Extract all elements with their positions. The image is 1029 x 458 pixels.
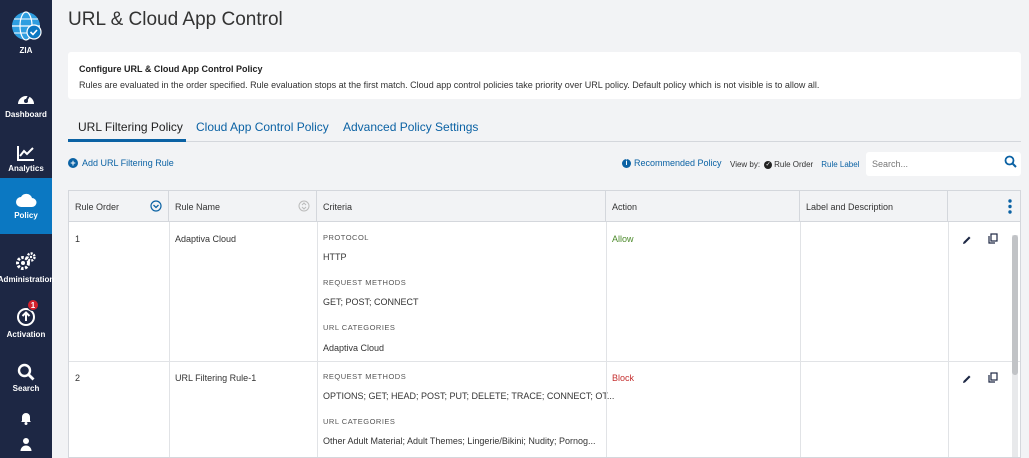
tab-advanced-policy-settings[interactable]: Advanced Policy Settings — [343, 120, 478, 134]
column-header-label: Rule Order — [75, 201, 120, 212]
column-header-label: Rule Name — [175, 201, 221, 212]
rule-name-cell: URL Filtering Rule-1 — [175, 373, 257, 383]
info-heading: Configure URL & Cloud App Control Policy — [79, 64, 263, 74]
nav-activation[interactable]: 1 Activation — [0, 295, 52, 350]
criteria-label: PROTOCOL — [323, 233, 369, 242]
rule-order-cell: 1 — [75, 234, 81, 244]
table-header: Rule Order Rule Name Criteria Action Lab… — [69, 191, 1020, 222]
activation-badge: 1 — [27, 299, 39, 311]
nav-administration-label: Administration — [0, 274, 55, 284]
rules-table: Rule Order Rule Name Criteria Action Lab… — [68, 190, 1021, 458]
column-header-label: Label and Description — [806, 201, 894, 212]
column-header-label: Criteria — [323, 201, 353, 212]
column-divider — [948, 222, 949, 457]
table-row: 2 URL Filtering Rule-1 REQUEST METHODS O… — [69, 362, 1020, 457]
nav-dashboard-label: Dashboard — [5, 109, 47, 119]
nav-search-label: Search — [12, 383, 40, 393]
column-header-rule-name[interactable]: Rule Name — [169, 191, 317, 222]
table-scrollbar[interactable] — [1012, 235, 1018, 457]
analytics-chart-icon — [17, 145, 34, 161]
column-header-label: Action — [612, 201, 638, 212]
edit-pencil-icon[interactable] — [962, 371, 972, 389]
nav-administration[interactable]: Administration — [0, 240, 55, 295]
sort-icon[interactable] — [298, 200, 310, 214]
column-divider — [606, 222, 607, 457]
add-rule-label: Add URL Filtering Rule — [82, 158, 174, 168]
view-by-label: View by: — [730, 160, 761, 169]
column-divider — [800, 222, 801, 457]
criteria-value: HTTP — [323, 252, 347, 262]
criteria-value: Adaptiva Cloud — [323, 343, 385, 353]
recommended-policy-link[interactable]: i Recommended Policy — [622, 158, 722, 168]
rule-name-cell: Adaptiva Cloud — [175, 234, 237, 244]
criteria-label: REQUEST METHODS — [323, 278, 407, 287]
logo-label: ZIA — [19, 46, 33, 55]
criteria-label: REQUEST METHODS — [323, 372, 407, 381]
nav-policy-label: Policy — [14, 211, 38, 220]
criteria-label: URL CATEGORIES — [323, 323, 396, 332]
active-tab-indicator — [68, 139, 186, 142]
column-divider — [317, 222, 318, 457]
policy-info-box: Configure URL & Cloud App Control Policy… — [68, 52, 1021, 99]
tab-cloud-app-control-policy[interactable]: Cloud App Control Policy — [196, 120, 329, 134]
gears-icon — [16, 251, 36, 270]
nav-policy[interactable]: Policy — [0, 178, 52, 234]
search-icon[interactable] — [1004, 155, 1017, 173]
check-circle-icon: ✓ — [764, 160, 773, 169]
info-description: Rules are evaluated in the order specifi… — [79, 80, 820, 90]
nav-search[interactable]: Search — [0, 350, 52, 405]
tab-url-filtering-policy[interactable]: URL Filtering Policy — [78, 120, 183, 134]
column-header-label-description: Label and Description — [800, 191, 948, 222]
user-icon — [20, 438, 32, 451]
view-by-rule-order[interactable]: Rule Order — [774, 160, 813, 169]
criteria-value: Other Adult Material; Adult Themes; Ling… — [323, 436, 596, 446]
column-header-criteria: Criteria — [317, 191, 606, 222]
recommended-label: Recommended Policy — [634, 158, 722, 168]
copy-icon[interactable] — [988, 231, 998, 249]
search-icon — [17, 363, 35, 380]
nav-dashboard[interactable]: Dashboard — [0, 76, 52, 131]
criteria-value: GET; POST; CONNECT — [323, 297, 419, 307]
copy-icon[interactable] — [988, 370, 998, 388]
cloud-icon — [16, 193, 37, 207]
nav-activation-label: Activation — [6, 329, 46, 339]
plus-circle-icon: + — [68, 158, 78, 168]
more-vertical-icon[interactable] — [1008, 199, 1012, 216]
globe-check-icon — [12, 11, 42, 41]
criteria-label: URL CATEGORIES — [323, 417, 396, 426]
edit-pencil-icon[interactable] — [962, 232, 972, 250]
chevron-down-circle-icon[interactable] — [150, 200, 162, 214]
view-by-rule-label[interactable]: Rule Label — [821, 160, 859, 169]
add-url-filtering-rule-button[interactable]: + Add URL Filtering Rule — [68, 158, 174, 168]
dashboard-gauge-icon — [18, 93, 34, 104]
info-circle-icon: i — [622, 158, 631, 168]
user-profile-button[interactable] — [0, 437, 52, 451]
action-cell: Block — [612, 373, 635, 383]
column-header-action: Action — [606, 191, 800, 222]
view-by-control: View by: ✓ Rule Order Rule Label — [730, 160, 859, 169]
sidebar: ZIA Dashboard Analytics Policy Administr… — [0, 0, 55, 458]
criteria-value: OPTIONS; GET; HEAD; POST; PUT; DELETE; T… — [323, 391, 615, 401]
rule-order-cell: 2 — [75, 373, 81, 383]
search-box — [866, 152, 1021, 176]
bell-icon — [21, 413, 31, 425]
zia-logo[interactable]: ZIA — [0, 10, 52, 65]
column-header-rule-order[interactable]: Rule Order — [69, 191, 169, 222]
notifications-button[interactable] — [0, 411, 52, 425]
action-cell: Allow — [612, 234, 634, 244]
scrollbar-thumb[interactable] — [1012, 235, 1018, 375]
page-title: URL & Cloud App Control — [68, 9, 283, 30]
policy-tabs: URL Filtering Policy Cloud App Control P… — [68, 114, 1021, 142]
table-row: 1 Adaptiva Cloud PROTOCOL HTTP REQUEST M… — [69, 222, 1020, 362]
column-divider — [169, 222, 170, 457]
column-options — [948, 191, 1020, 222]
search-input[interactable] — [872, 159, 1000, 169]
nav-analytics-label: Analytics — [8, 163, 44, 173]
